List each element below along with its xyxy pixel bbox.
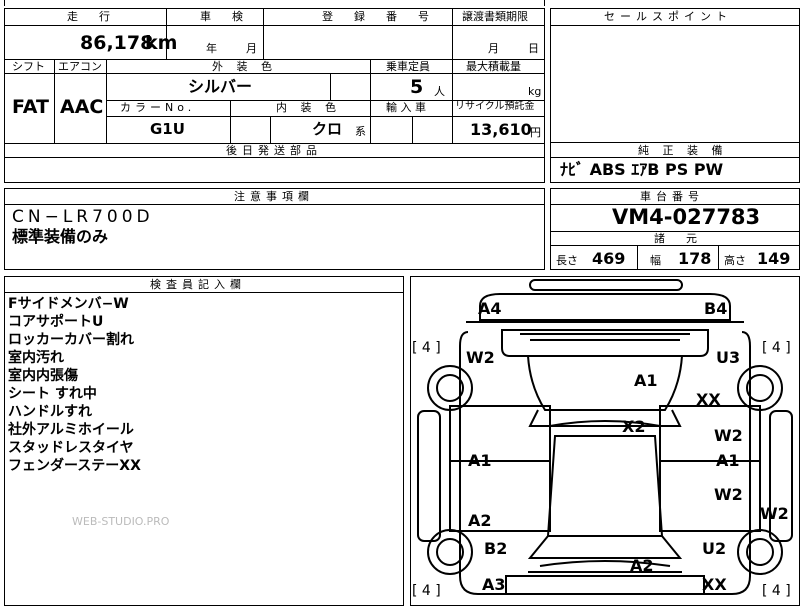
transfer-month-unit: 月: [488, 42, 499, 55]
length-label: 長さ: [556, 254, 578, 267]
transfer-deadline-label: 譲渡書類期限: [462, 10, 528, 23]
mark-xx-fr: XX: [696, 390, 721, 409]
mark-x2: X2: [622, 417, 646, 436]
inspector-note-line: スタッドレスタイヤ: [8, 440, 134, 456]
mark-a1-hood: A1: [634, 371, 658, 390]
mark-a3: A3: [482, 575, 506, 594]
mark-a4: A4: [478, 299, 502, 318]
interior-color-value: クロ: [312, 120, 343, 138]
notes-line-1: CN−LR700D: [12, 207, 154, 227]
aircon-label: エアコン: [58, 60, 102, 73]
length-value: 469: [592, 249, 626, 268]
sales-point-block: [550, 8, 800, 143]
inspector-note-line: 室内内張傷: [8, 368, 78, 384]
mileage-value: 86,178: [80, 32, 154, 54]
width-value: 178: [678, 249, 712, 268]
equipment-label: 純 正 装 備: [638, 144, 728, 157]
mark-w2-rr: W2: [714, 485, 743, 504]
mark-w2-fl: W2: [466, 348, 495, 367]
inspector-note-line: ハンドルすれ: [8, 404, 92, 420]
chassis-value: VM4-027783: [612, 205, 761, 229]
shift-label: シフト: [12, 60, 45, 73]
vehicle-info-block: [4, 8, 545, 144]
mark-w2-qr: W2: [760, 504, 789, 523]
mileage-unit: km: [145, 32, 178, 54]
aircon-value: AAC: [60, 96, 104, 118]
chassis-label: 車台番号: [640, 190, 704, 203]
recycle-value: 13,610: [470, 120, 532, 139]
notes-label: 注意事項欄: [234, 190, 314, 203]
mark-b4: B4: [704, 299, 728, 318]
recycle-label: リサイクル預託金: [455, 101, 535, 112]
mark-a1-ld: A1: [468, 451, 492, 470]
inspector-note-line: 室内汚れ: [8, 350, 64, 366]
inspector-note-line: 社外アルミホイール: [8, 422, 134, 438]
equipment-value: ﾅﾋﾞ ABS ｴｱB PS PW: [560, 160, 724, 179]
notes-line-2: 標準装備のみ: [12, 227, 109, 246]
inspector-label: 検査員記入欄: [150, 278, 246, 291]
exterior-color-label: 外 装 色: [212, 60, 277, 73]
mark-w2-rd: W2: [714, 426, 743, 445]
tire-fl-label: [ 4 ]: [412, 340, 441, 356]
deferred-parts-label: 後日発送部品: [226, 144, 322, 157]
capacity-label: 乗車定員: [386, 60, 430, 73]
max-load-label: 最大積載量: [466, 60, 521, 73]
inspection-label: 車 検: [200, 10, 248, 23]
interior-color-suffix: 系: [355, 125, 366, 138]
inspection-month-unit: 月: [246, 42, 257, 55]
dims-label: 諸 元: [654, 232, 702, 245]
width-label: 幅: [650, 254, 661, 267]
color-no-label: カラーNo.: [120, 101, 196, 114]
watermark: WEB-STUDIO.PRO: [72, 515, 170, 528]
registration-label: 登 録 番 号: [322, 10, 434, 23]
transfer-day-unit: 日: [528, 42, 539, 55]
mark-a2-lr: A2: [468, 511, 492, 530]
inspector-lines: Fサイドメンバ−W コアサポートU ロッカーカバー割れ 室内汚れ室内内張傷シート すれ…: [8, 295, 141, 475]
sales-point-label: セールスポイント: [604, 10, 732, 23]
capacity-unit: 人: [434, 85, 445, 98]
shift-value: FAT: [12, 96, 49, 118]
inspector-note-line: フェンダーステーXX: [8, 458, 141, 474]
mark-u2: U2: [702, 539, 727, 558]
mark-u3: U3: [716, 348, 741, 367]
inspector-note-line: シート すれ中: [8, 386, 97, 402]
tire-rl-label: [ 4 ]: [412, 583, 441, 599]
color-no-value: G1U: [150, 120, 185, 138]
capacity-value: 5: [410, 76, 424, 98]
height-value: 149: [757, 249, 791, 268]
interior-color-label: 内 装 色: [276, 101, 341, 114]
inspector-note-line: Fサイドメンバ−W: [8, 296, 129, 312]
inspector-note-line: ロッカーカバー割れ: [8, 332, 134, 348]
import-label: 輸 入 車: [386, 101, 426, 114]
mark-b2: B2: [484, 539, 508, 558]
recycle-unit: 円: [530, 126, 541, 139]
inspection-year-unit: 年: [206, 42, 217, 55]
mark-xx-br: XX: [702, 575, 727, 594]
height-label: 高さ: [724, 254, 746, 267]
exterior-color-value: シルバー: [188, 77, 253, 96]
max-load-unit: kg: [528, 85, 542, 98]
mark-a2-trunk: A2: [630, 556, 654, 575]
mileage-label: 走 行: [67, 10, 115, 23]
inspector-note-line: コアサポートU: [8, 314, 104, 330]
tire-rr-label: [ 4 ]: [762, 583, 791, 599]
tire-fr-label: [ 4 ]: [762, 340, 791, 356]
top-stub-strip: [4, 0, 545, 6]
mark-a1-rd: A1: [716, 451, 740, 470]
